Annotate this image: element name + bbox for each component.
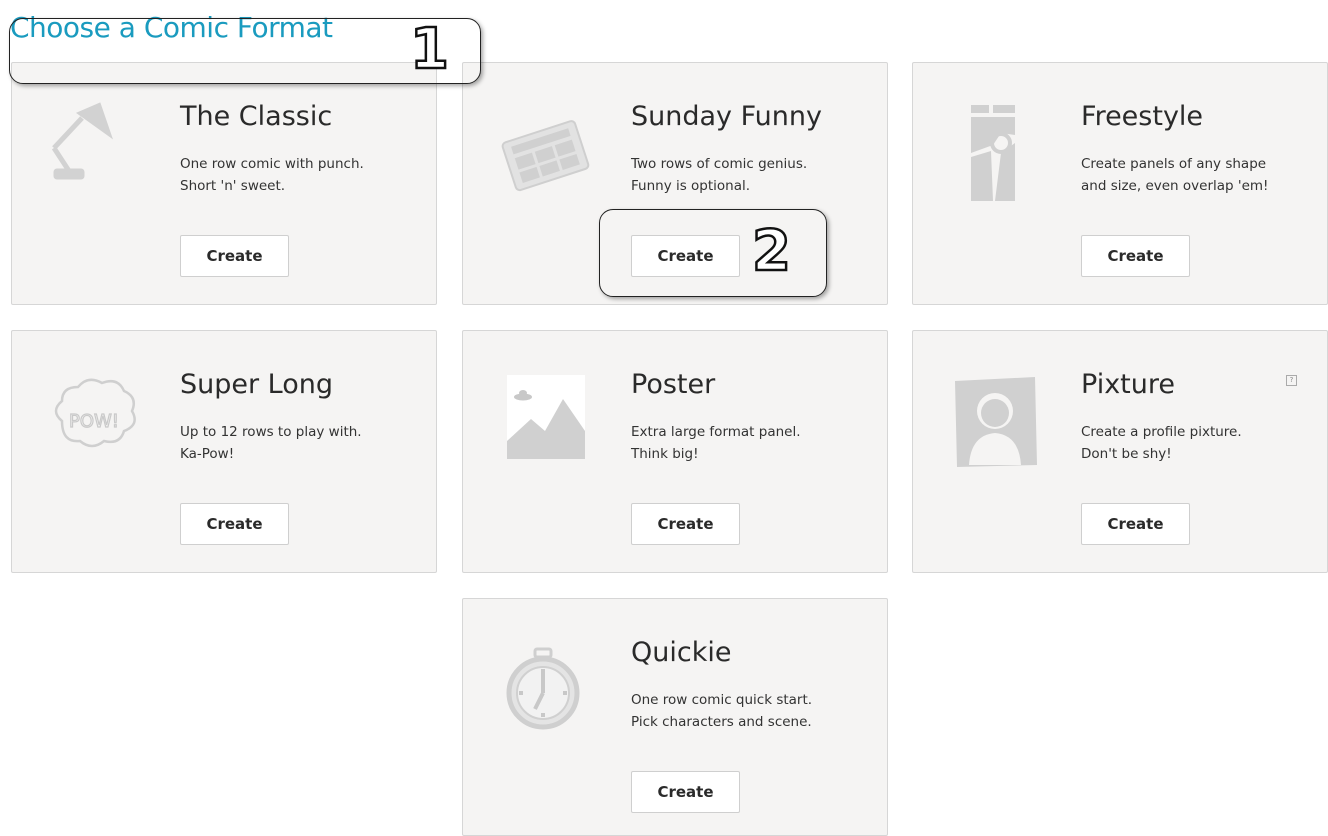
format-description: One row comic quick start. Pick character…: [631, 692, 813, 730]
create-poster-button[interactable]: Create: [631, 503, 740, 545]
format-description: Up to 12 rows to play with. Ka-Pow!: [180, 424, 362, 462]
format-title: Poster: [631, 369, 716, 400]
create-super-long-button[interactable]: Create: [180, 503, 289, 545]
format-card-poster: Poster Extra large format panel. Think bi…: [462, 330, 888, 573]
format-title: The Classic: [180, 101, 333, 132]
format-card-freestyle: Freestyle Create panels of any shape and …: [912, 62, 1328, 305]
callout-number-2: 2: [751, 219, 792, 284]
format-card-classic: The Classic One row comic with punch. Sho…: [11, 62, 437, 305]
create-pixture-button[interactable]: Create: [1081, 503, 1190, 545]
format-description: One row comic with punch. Short 'n' sweet…: [180, 156, 364, 194]
desk-lamp-icon: [42, 93, 142, 203]
profile-silhouette-icon: [943, 361, 1043, 471]
format-title: Quickie: [631, 637, 732, 668]
format-card-super-long: POW! Super Long Up to 12 rows to play wi…: [11, 330, 437, 573]
format-description: Two rows of comic genius. Funny is option…: [631, 156, 808, 194]
format-description: Create panels of any shape and size, even…: [1081, 156, 1269, 194]
stopwatch-icon: [493, 629, 593, 739]
format-title: Super Long: [180, 369, 334, 400]
freestyle-panels-icon: [943, 93, 1043, 203]
callout-box-2: [599, 209, 827, 297]
newspaper-icon: [493, 93, 593, 203]
format-description: Create a profile pixture. Don't be shy!: [1081, 424, 1242, 462]
format-title: Freestyle: [1081, 101, 1204, 132]
create-classic-button[interactable]: Create: [180, 235, 289, 277]
help-icon[interactable]: ?: [1286, 375, 1297, 386]
pow-bubble-icon: POW!: [42, 361, 142, 471]
create-quickie-button[interactable]: Create: [631, 771, 740, 813]
callout-number-1: 1: [409, 17, 450, 82]
landscape-image-icon: [493, 361, 593, 471]
format-description: Extra large format panel. Think big!: [631, 424, 801, 462]
format-title: Pixture: [1081, 369, 1175, 400]
format-card-pixture: ? Pixture Create a profile pixture. Don't…: [912, 330, 1328, 573]
svg-text:POW!: POW!: [69, 411, 119, 432]
create-freestyle-button[interactable]: Create: [1081, 235, 1190, 277]
format-card-quickie: Quickie One row comic quick start. Pick c…: [462, 598, 888, 836]
format-title: Sunday Funny: [631, 101, 822, 132]
